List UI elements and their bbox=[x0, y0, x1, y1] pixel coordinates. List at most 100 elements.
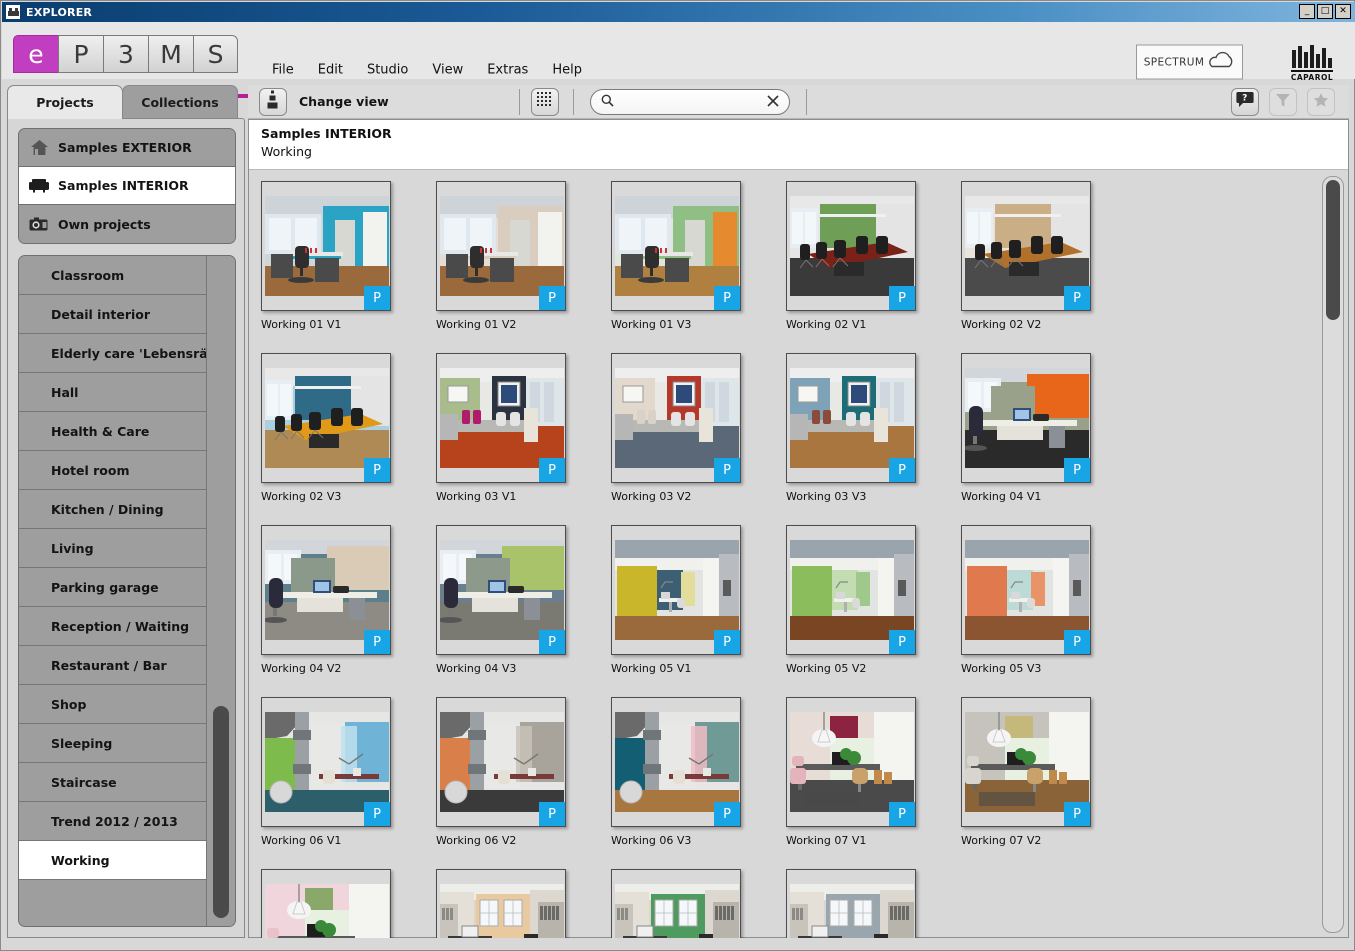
close-button[interactable]: ✕ bbox=[1335, 4, 1351, 19]
sidebar-item-reception-waiting[interactable]: Reception / Waiting bbox=[19, 607, 209, 646]
thumbnail-cell[interactable]: P Working 01 V2 bbox=[436, 181, 611, 353]
sidebar-item-detail-interior[interactable]: Detail interior bbox=[19, 295, 209, 334]
thumbnail-tile[interactable]: P bbox=[611, 353, 741, 483]
tab-projects[interactable]: Projects bbox=[7, 85, 123, 119]
sidebar-item-hall[interactable]: Hall bbox=[19, 373, 209, 412]
thumbnail-cell[interactable]: P Working 03 V2 bbox=[611, 353, 786, 525]
thumbnail-cell[interactable]: P Working 01 V3 bbox=[611, 181, 786, 353]
thumbnail-tile[interactable]: P bbox=[436, 869, 566, 938]
thumbnail-cell[interactable]: P Working 06 V2 bbox=[436, 697, 611, 869]
project-badge-icon: P bbox=[714, 286, 740, 310]
thumbnail-tile[interactable]: P bbox=[786, 869, 916, 938]
sidebar-item-samples-interior[interactable]: Samples INTERIOR bbox=[19, 167, 235, 205]
thumbnail-tile[interactable]: P bbox=[611, 525, 741, 655]
thumbnail-cell[interactable]: P Working 03 V3 bbox=[786, 353, 961, 525]
thumbnail-tile[interactable]: P bbox=[436, 525, 566, 655]
sidebar-item-samples-exterior[interactable]: Samples EXTERIOR bbox=[19, 129, 235, 167]
thumbnail-cell[interactable]: P Working 07 V2 bbox=[961, 697, 1136, 869]
thumbnail-tile[interactable]: P bbox=[261, 697, 391, 827]
thumbnail-tile[interactable]: P bbox=[611, 181, 741, 311]
content-scrollbar[interactable] bbox=[1322, 176, 1344, 933]
thumbnail-cell[interactable]: P Working 04 V1 bbox=[961, 353, 1136, 525]
sidebar-item-shop[interactable]: Shop bbox=[19, 685, 209, 724]
thumbnail-cell[interactable]: P Working 07 V1 bbox=[786, 697, 961, 869]
thumbnail-tile[interactable]: P bbox=[611, 697, 741, 827]
menu-item-help[interactable]: Help bbox=[552, 63, 582, 78]
thumbnail-cell[interactable]: P Working 02 V1 bbox=[786, 181, 961, 353]
sidebar-item-staircase[interactable]: Staircase bbox=[19, 763, 209, 802]
thumbnail-cell[interactable]: P Working 05 V1 bbox=[611, 525, 786, 697]
thumbnail-image bbox=[965, 540, 1089, 640]
thumbnail-cell[interactable]: P Working 03 V1 bbox=[436, 353, 611, 525]
thumbnail-tile[interactable]: P bbox=[786, 697, 916, 827]
tab-collections[interactable]: Collections bbox=[122, 85, 238, 119]
thumbnail-tile[interactable]: P bbox=[786, 181, 916, 311]
thumbnail-cell[interactable]: P Working 08 V1 bbox=[436, 869, 611, 938]
thumbnail-tile[interactable]: P bbox=[961, 353, 1091, 483]
thumbnail-tile[interactable]: P bbox=[786, 525, 916, 655]
project-badge-icon: P bbox=[539, 286, 565, 310]
thumbnail-cell[interactable]: P Working 05 V2 bbox=[786, 525, 961, 697]
grid-view-button[interactable] bbox=[530, 87, 559, 116]
thumbnail-cell[interactable]: P Working 01 V1 bbox=[261, 181, 436, 353]
menu-item-file[interactable]: File bbox=[272, 63, 294, 78]
favorite-button[interactable] bbox=[1307, 87, 1335, 116]
thumbnail-cell[interactable]: P Working 02 V2 bbox=[961, 181, 1136, 353]
sidebar-item-working[interactable]: Working bbox=[19, 841, 209, 880]
change-view-button[interactable] bbox=[259, 87, 287, 116]
thumbnail-cell[interactable]: P Working 08 V3 bbox=[786, 869, 961, 938]
sidebar-item-living[interactable]: Living bbox=[19, 529, 209, 568]
thumbnail-cell[interactable]: P Working 05 V3 bbox=[961, 525, 1136, 697]
search-clear-icon[interactable] bbox=[767, 92, 779, 111]
thumbnail-tile[interactable]: P bbox=[961, 697, 1091, 827]
sidebar-item-restaurant-bar[interactable]: Restaurant / Bar bbox=[19, 646, 209, 685]
application-window: EXPLORER _ □ ✕ e P 3 M S File Edit Studi… bbox=[0, 0, 1355, 951]
menu-item-studio[interactable]: Studio bbox=[367, 63, 408, 78]
thumbnail-tile[interactable]: P bbox=[261, 525, 391, 655]
thumbnail-tile[interactable]: P bbox=[436, 353, 566, 483]
sidebar-item-kitchen-dining[interactable]: Kitchen / Dining bbox=[19, 490, 209, 529]
thumbnail-tile[interactable]: P bbox=[261, 353, 391, 483]
thumbnail-tile[interactable]: P bbox=[436, 697, 566, 827]
thumbnail-tile[interactable]: P bbox=[961, 181, 1091, 311]
sidebar-item-elderly-care[interactable]: Elderly care 'Lebensräu bbox=[19, 334, 209, 373]
project-badge-icon: P bbox=[1064, 802, 1090, 826]
sidebar-item-health-care[interactable]: Health & Care bbox=[19, 412, 209, 451]
category-scrollbar[interactable] bbox=[206, 256, 235, 926]
thumbnail-image bbox=[440, 712, 564, 812]
sidebar-item-trend-2012-2013[interactable]: Trend 2012 / 2013 bbox=[19, 802, 209, 841]
spectrum-button[interactable]: SPECTRUM bbox=[1136, 44, 1243, 80]
thumbnail-tile[interactable]: P bbox=[786, 353, 916, 483]
menu-bar: File Edit Studio View Extras Help bbox=[272, 63, 582, 78]
sidebar-item-hotel-room[interactable]: Hotel room bbox=[19, 451, 209, 490]
menu-item-view[interactable]: View bbox=[432, 63, 463, 78]
thumbnail-cell[interactable]: P Working 07 V3 bbox=[261, 869, 436, 938]
menu-item-edit[interactable]: Edit bbox=[318, 63, 343, 78]
thumbnail-image bbox=[790, 196, 914, 296]
sidebar-item-parking-garage[interactable]: Parking garage bbox=[19, 568, 209, 607]
thumbnail-tile[interactable]: P bbox=[961, 525, 1091, 655]
thumbnail-cell[interactable]: P Working 06 V3 bbox=[611, 697, 786, 869]
content-scrollbar-thumb[interactable] bbox=[1326, 180, 1340, 320]
help-button[interactable]: ? bbox=[1231, 87, 1259, 116]
minimize-button[interactable]: _ bbox=[1299, 4, 1315, 19]
thumbnail-cell[interactable]: P Working 08 V2 bbox=[611, 869, 786, 938]
thumbnail-grid: P Working 01 V1 P Working 01 V2 P Workin… bbox=[261, 181, 1296, 938]
thumbnail-cell[interactable]: P Working 06 V1 bbox=[261, 697, 436, 869]
thumbnail-tile[interactable]: P bbox=[436, 181, 566, 311]
sidebar-item-sleeping[interactable]: Sleeping bbox=[19, 724, 209, 763]
thumbnail-tile[interactable]: P bbox=[611, 869, 741, 938]
thumbnail-tile[interactable]: P bbox=[261, 869, 391, 938]
thumbnail-cell[interactable]: P Working 04 V3 bbox=[436, 525, 611, 697]
sidebar-item-classroom[interactable]: Classroom bbox=[19, 256, 209, 295]
filter-button[interactable] bbox=[1269, 87, 1297, 116]
sidebar-item-own-projects[interactable]: Own projects bbox=[19, 205, 235, 243]
thumbnail-cell[interactable]: P Working 02 V3 bbox=[261, 353, 436, 525]
caparol-label: CAPAROL bbox=[1290, 70, 1334, 82]
thumbnail-cell[interactable]: P Working 04 V2 bbox=[261, 525, 436, 697]
category-scrollbar-thumb[interactable] bbox=[213, 706, 229, 918]
maximize-button[interactable]: □ bbox=[1317, 4, 1333, 19]
search-input[interactable] bbox=[589, 88, 790, 115]
menu-item-extras[interactable]: Extras bbox=[487, 63, 528, 78]
thumbnail-tile[interactable]: P bbox=[261, 181, 391, 311]
